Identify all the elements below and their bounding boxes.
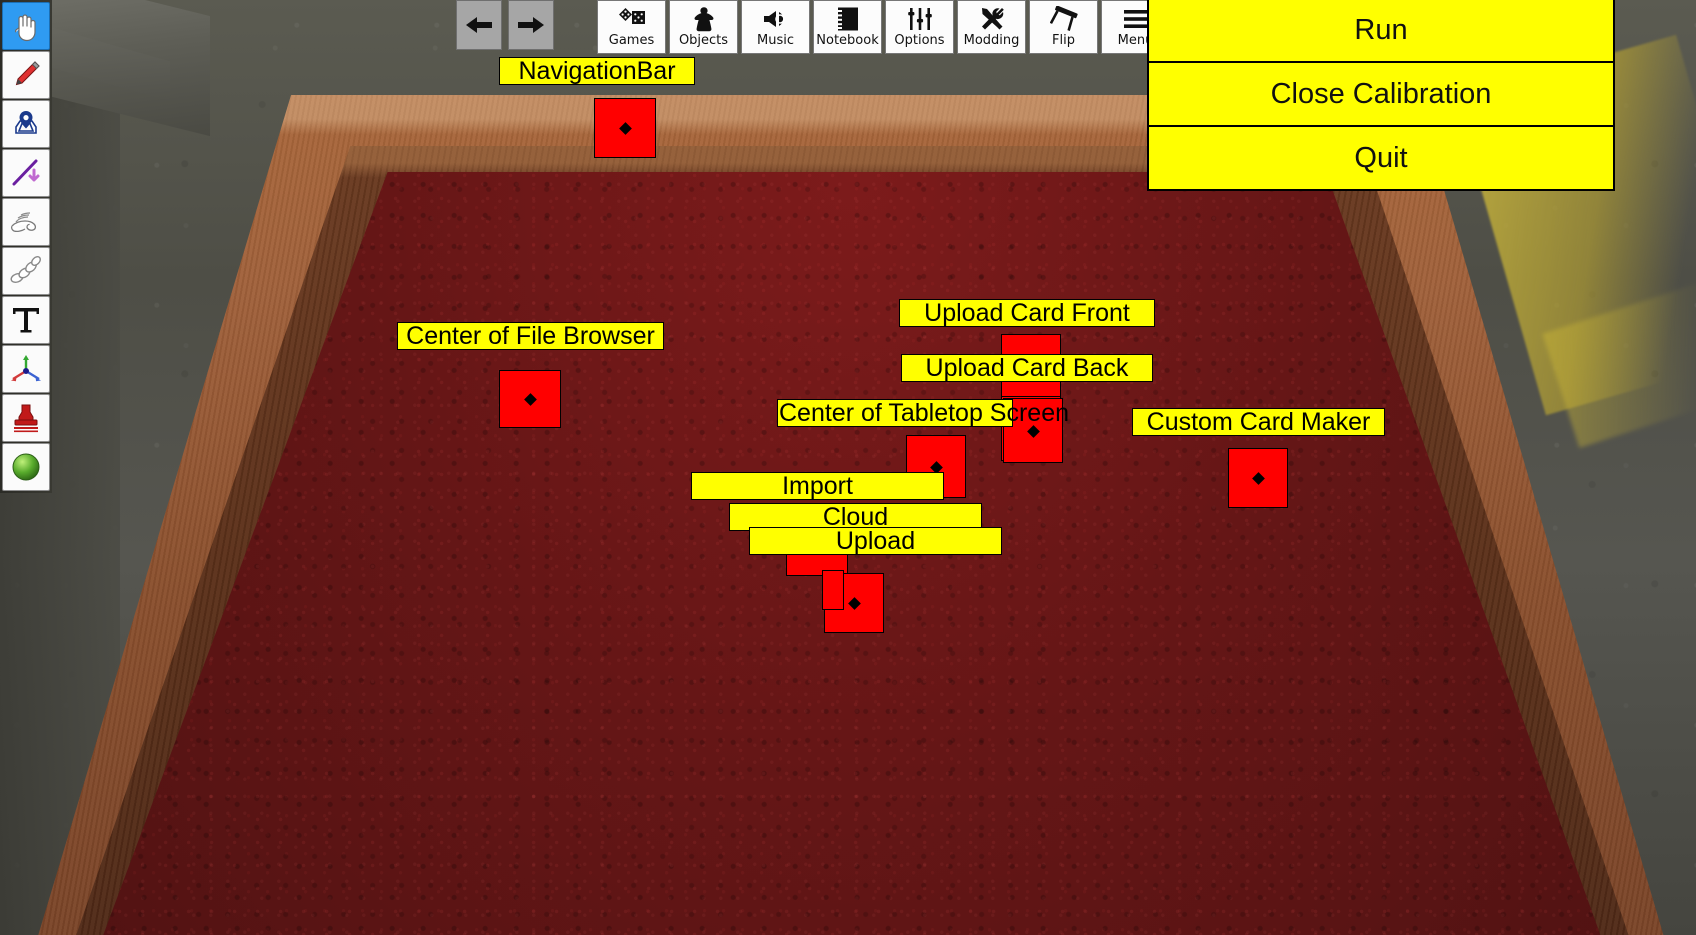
calibration-label-text: NavigationBar (500, 58, 694, 84)
toolbar-label: Modding (963, 33, 1020, 48)
calibration-label-text: Upload (750, 528, 1001, 554)
calibration-marker-dot (930, 460, 943, 474)
forward-button[interactable] (508, 0, 554, 50)
hidden-zone-tool-button[interactable] (2, 443, 50, 491)
calibration-label-text: Upload Card Front (900, 300, 1154, 326)
toolbar-button-options[interactable]: Options (885, 0, 954, 54)
flick-hand-icon (10, 212, 37, 233)
calibration-label-text: Center of File Browser (398, 323, 663, 349)
joint-tool-button[interactable] (2, 247, 50, 295)
calibration-marker-dot (619, 122, 632, 135)
notebook-icon (836, 4, 860, 34)
toolbar-button-games[interactable]: Games (597, 0, 666, 54)
calibration-marker-dot (524, 393, 537, 406)
measure-line-icon (12, 159, 40, 186)
calibration-marker[interactable] (594, 98, 656, 158)
pencil-icon (15, 61, 40, 86)
calibration-label: Center of Tabletop Screen (778, 399, 1070, 427)
back-button[interactable] (456, 0, 502, 50)
draw-tool-button[interactable] (2, 51, 50, 99)
toolbar-button-flip[interactable]: Flip (1029, 0, 1098, 54)
sliders-icon (907, 4, 933, 34)
chain-links-icon (10, 256, 41, 283)
axis-gizmo-icon (11, 355, 41, 382)
toolbar-label: Objects (678, 33, 729, 48)
point-tool-button[interactable] (2, 100, 50, 148)
flick-tool-button[interactable] (2, 198, 50, 246)
stamp-icon (14, 404, 38, 433)
calibration-marker-dot (848, 597, 861, 610)
calibration-label: Upload (750, 528, 1001, 554)
main-toolbar: Games Objects Music Notebook Options Mod… (597, 0, 1170, 54)
calibration-label: Center of File Browser (398, 323, 663, 349)
green-sphere-icon (12, 453, 40, 481)
text-t-icon (13, 308, 39, 333)
measure-tool-button[interactable] (2, 149, 50, 197)
dice-icon (617, 4, 647, 34)
stamp-tool-button[interactable] (2, 394, 50, 442)
text-tool-button[interactable] (2, 296, 50, 344)
calibration-marker[interactable] (499, 370, 561, 428)
calibration-marker[interactable] (822, 570, 844, 610)
calibration-label: Upload Card Back (902, 355, 1152, 381)
calibration-marker[interactable] (1228, 448, 1288, 508)
table-flip-icon (1049, 4, 1078, 34)
speaker-icon (761, 4, 791, 34)
toolbar-button-modding[interactable]: Modding (957, 0, 1026, 54)
hamburger-icon (1122, 4, 1150, 34)
calibration-label: Custom Card Maker (1133, 409, 1384, 435)
hand-tool-button[interactable] (2, 2, 50, 50)
toolbar-button-objects[interactable]: Objects (669, 0, 738, 54)
calibration-marker-dot (1252, 472, 1265, 485)
hammer-wrench-icon (978, 4, 1006, 34)
gizmo-tool-button[interactable] (2, 345, 50, 393)
calibration-label-text: Custom Card Maker (1133, 409, 1384, 435)
toolbar-label: Options (894, 33, 945, 48)
arrow-right-icon (518, 17, 544, 33)
toolbar-label: Flip (1052, 33, 1075, 48)
map-pin-icon (15, 111, 37, 134)
calibration-label: NavigationBar (500, 58, 694, 84)
calibration-label-text: Import (692, 473, 943, 499)
calibration-label: Import (692, 473, 943, 499)
hand-icon (15, 14, 36, 42)
arrow-left-icon (466, 17, 492, 33)
toolbar-button-music[interactable]: Music (741, 0, 810, 54)
toolbar-label: Games (608, 33, 655, 48)
calibration-menu-item-quit[interactable]: Quit (1149, 127, 1613, 189)
app-window: NavigationBar Center of File Browser Uploa… (0, 0, 1696, 935)
calibration-menu-item-run[interactable]: Run (1149, 0, 1613, 63)
calibration-menu-panel: Run Close Calibration Quit (1147, 0, 1615, 191)
toolbar-label: Music (757, 33, 794, 48)
navigation-arrows (456, 0, 554, 50)
calibration-label-text: Upload Card Back (902, 355, 1152, 381)
calibration-menu-item-close-calibration[interactable]: Close Calibration (1149, 63, 1613, 127)
toolbar-label: Notebook (816, 33, 879, 48)
toolbar-button-notebook[interactable]: Notebook (813, 0, 882, 54)
calibration-label: Upload Card Front (900, 300, 1154, 326)
tool-rail (0, 0, 52, 493)
calibration-label-text: Center of Tabletop Screen (778, 399, 1070, 427)
meeple-icon (692, 4, 716, 34)
